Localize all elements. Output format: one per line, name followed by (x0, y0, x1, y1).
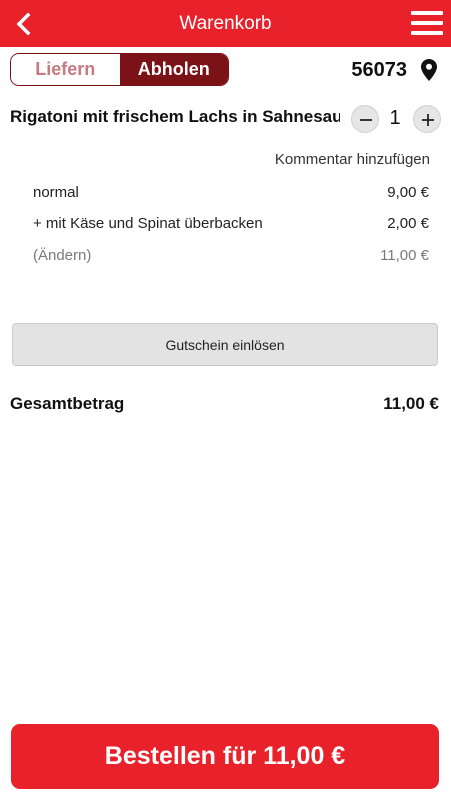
map-pin-icon[interactable] (421, 59, 437, 81)
total-value: 11,00 € (383, 394, 439, 413)
option-price: 2,00 € (387, 215, 429, 232)
page-title: Warenkorb (179, 13, 272, 34)
delivery-mode-toggle: Liefern Abholen (10, 53, 229, 86)
option-label: normal (33, 184, 79, 201)
quantity-value: 1 (389, 107, 401, 129)
decrease-quantity-button[interactable] (351, 105, 379, 133)
option-price: 9,00 € (387, 184, 429, 201)
add-comment-link[interactable]: Kommentar hinzufügen (275, 151, 430, 168)
hamburger-menu-icon (411, 11, 443, 15)
menu-button[interactable] (411, 11, 443, 37)
total-label: Gesamtbetrag (10, 394, 125, 413)
option-line: + mit Käse und Spinat überbacken 2,00 € (33, 215, 429, 232)
option-line: normal 9,00 € (33, 184, 429, 201)
item-subtotal: 11,00 € (380, 247, 429, 264)
option-label: + mit Käse und Spinat überbacken (33, 215, 263, 232)
redeem-coupon-button[interactable]: Gutschein einlösen (12, 323, 438, 366)
app-header: Warenkorb (0, 0, 451, 47)
increase-quantity-button[interactable] (413, 105, 441, 133)
edit-line: (Ändern) 11,00 € (33, 247, 429, 264)
place-order-button[interactable]: Bestellen für 11,00 € (11, 724, 439, 789)
cart-item-name: Rigatoni mit frischem Lachs in Sahnesauc… (10, 107, 340, 126)
zip-code[interactable]: 56073 (351, 59, 407, 82)
mode-option-abholen[interactable]: Abholen (119, 54, 228, 85)
mode-option-liefern[interactable]: Liefern (11, 54, 120, 85)
plus-icon (422, 114, 434, 126)
minus-icon (360, 119, 372, 121)
edit-item-link[interactable]: (Ändern) (33, 247, 91, 264)
